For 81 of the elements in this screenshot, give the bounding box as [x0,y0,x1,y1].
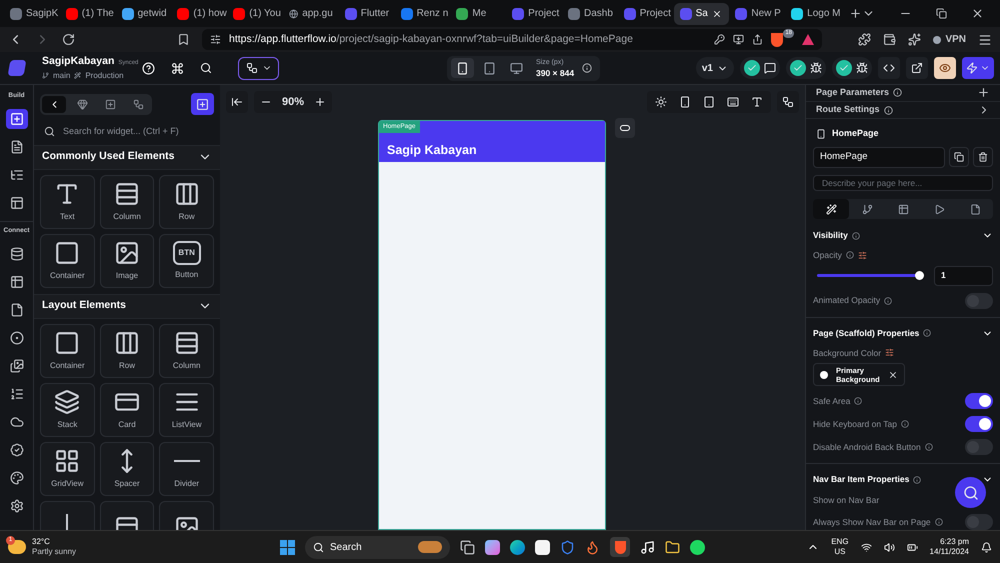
route-settings-row[interactable]: Route Settings [806,102,1000,120]
property-label: Animated Opacity [813,294,880,308]
browser-tab[interactable]: Logo M [785,2,841,24]
temperature: 32°C [32,537,51,547]
description-field[interactable]: Describe your page here... [813,174,993,192]
section-header[interactable]: Page (Scaffold) Properties [813,326,993,340]
browser-tab[interactable]: New P [729,2,786,24]
environment-name: Production [85,70,124,82]
browser-tab[interactable]: (1) how [171,2,228,24]
widget-tile[interactable]: ListView [159,382,214,436]
browser-tab[interactable]: Project [618,2,674,24]
tab-title: Dashb [584,7,613,21]
page-parameters-row[interactable]: Page Parameters [806,85,1000,102]
property-label: Opacity [813,249,842,262]
widget-tile[interactable]: Row [100,324,154,378]
section-header[interactable]: Nav Bar Item Properties [813,473,993,486]
widget-tile[interactable]: Row [159,174,214,228]
widget-search-field[interactable]: Search for widget... (Ctrl + F) [38,125,216,138]
widget-tile[interactable]: Card [100,382,154,436]
vpn-button[interactable]: VPN [933,32,966,47]
taskbar-search[interactable]: Search [305,536,450,558]
browser-tab[interactable]: Me [450,2,506,24]
widget-tile[interactable]: Container [40,234,95,288]
widget-tile[interactable]: Spacer [100,442,154,496]
widget-tile[interactable]: Divider [159,442,214,496]
browser-tab[interactable]: app.gu [282,2,339,24]
browser-tab[interactable]: getwid [116,2,172,24]
property-label: Always Show Nav Bar on Page [813,516,931,528]
language-indicator[interactable]: ENG US [831,537,849,557]
button-icon: BTN [172,240,201,264]
browser-tab[interactable]: Renz n [394,2,450,24]
tab-title: SagipK [26,7,58,21]
size-value: 390 × 844 [536,68,574,78]
widget-tile[interactable]: Text [40,174,95,228]
browser-tab[interactable]: (1) You [227,2,283,24]
project-name: SagipKabayan [42,54,114,70]
widget-tile[interactable]: Image [100,234,154,288]
tab-title: Me [472,7,486,21]
page-heading: HomePage [832,127,879,140]
tab-title: getwid [138,7,166,21]
clock[interactable]: 6:23 pm 14/11/2024 [930,537,969,557]
app-bar-title: Sagip Kabayan [386,142,478,160]
group-header[interactable]: Commonly Used Elements [34,144,220,170]
property-label: Show on Nav Bar [813,494,880,506]
branch-name: main [53,70,70,82]
browser-tab[interactable]: Project [506,2,562,24]
property-label: Hide Keyboard on Tap [813,418,897,431]
tab-title: Project [528,7,560,21]
browser-tab[interactable]: Sa [674,2,730,24]
browser-tab[interactable]: Dashb [562,2,618,24]
tab-title: Sa [696,7,708,21]
tab-title: New P [751,7,781,21]
weather-text: Partly sunny [32,547,76,557]
widget-tile[interactable]: GridView [40,442,95,496]
zoom-level: 90% [282,94,304,110]
opacity-field[interactable]: 1 [934,266,993,286]
widget-tile[interactable]: Stack [40,382,95,436]
tab-title: (1) The [82,7,114,21]
tab-title: Project [640,7,671,21]
tab-title: Logo M [807,7,841,21]
version-button[interactable]: v1 [696,57,734,79]
widget-tile[interactable]: BTN Button [159,234,214,288]
widget-tile[interactable]: Column [159,324,214,378]
tab-title: (1) You [249,7,281,21]
tab-title: (1) how [193,7,227,21]
tab-title: Renz n [416,7,448,21]
property-label: Background Color [813,346,882,360]
widget-tile[interactable]: Column [100,174,154,228]
page-name-field[interactable]: HomePage [813,146,945,168]
browser-tab[interactable]: (1) The [60,2,116,24]
widget-tile[interactable]: Container [40,324,95,378]
section-header[interactable]: Visibility [813,229,993,242]
tab-title: Flutter [360,7,390,21]
url-text: https://app.flutterflow.io/project/sagip-kabayan-oxnrwf?tab=uiBuilder&page=HomePage [229,32,633,47]
tab-title: app.gu [302,7,333,21]
browser-tab[interactable]: Flutter [338,2,395,24]
property-label: Safe Area [813,394,850,408]
group-header[interactable]: Layout Elements [34,294,220,318]
search-placeholder: Search for widget... (Ctrl + F) [63,125,179,138]
property-label: Disable Android Back Button [813,440,921,454]
browser-tab[interactable]: SagipK [4,2,60,24]
